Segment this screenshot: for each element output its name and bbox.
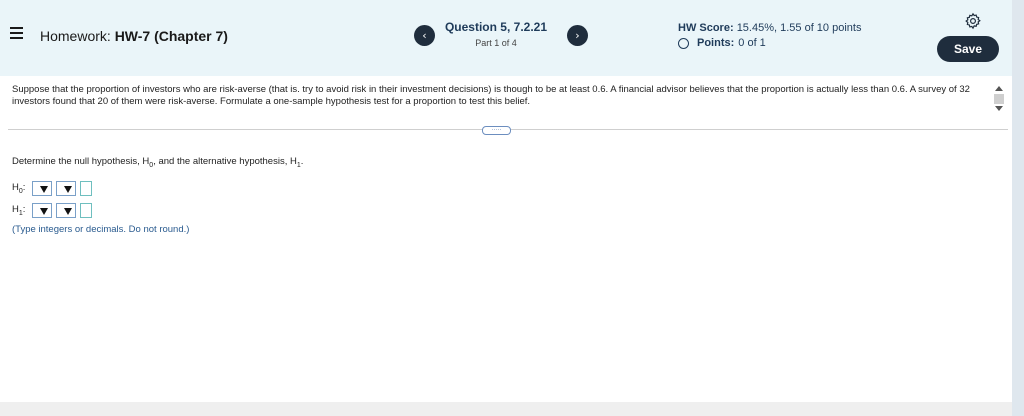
hw-score-value: 15.45%, 1.55 of 10 points [736,22,862,34]
next-question-button[interactable]: › [567,25,588,46]
homework-prefix: Homework: [40,28,111,44]
scroll-down-arrow-icon[interactable] [995,106,1003,111]
null-hypothesis-row: H0: [12,181,92,196]
h1-operator-dropdown[interactable] [56,203,76,218]
footer-bar [0,402,1012,416]
hw-score: HW Score: 15.45%, 1.55 of 10 points [678,22,861,34]
answer-format-hint: (Type integers or decimals. Do not round… [12,224,190,235]
h1-letter: H [12,204,19,216]
question-instruction: Determine the null hypothesis, H0, and t… [12,156,303,169]
expand-toggle-button[interactable]: ····· [482,126,511,135]
question-title: Question 5, 7.2.21 [444,20,548,34]
instruction-text-b: , and the alternative hypothesis, H [153,156,297,167]
points-label: Points: [697,37,735,49]
h0-operator-dropdown[interactable] [56,181,76,196]
null-hypothesis-label: H0: [12,182,32,195]
h0-letter: H [12,182,19,194]
dropdown-arrow-icon [64,186,72,193]
alternative-hypothesis-row: H1: [12,203,92,218]
window-scrollbar[interactable] [1012,0,1024,416]
save-button[interactable]: Save [937,36,999,62]
scrollbar-thumb[interactable] [994,94,1004,104]
top-header: Homework: HW-7 (Chapter 7) ‹ Question 5,… [0,0,1012,76]
h1-parameter-dropdown[interactable] [32,203,52,218]
points-value: 0 of 1 [738,37,766,49]
h1-colon: : [22,204,26,216]
scroll-up-arrow-icon[interactable] [995,86,1003,91]
dropdown-arrow-icon [64,208,72,215]
hw-score-label: HW Score: [678,22,734,34]
status-circle-icon [678,37,689,49]
h1-value-input[interactable] [80,203,92,218]
homework-name: HW-7 (Chapter 7) [114,28,228,44]
h0-colon: : [22,182,26,194]
gear-icon[interactable] [964,12,982,30]
h0-parameter-dropdown[interactable] [32,181,52,196]
problem-statement: Suppose that the proportion of investors… [12,84,970,107]
dropdown-arrow-icon [40,186,48,193]
h0-value-input[interactable] [80,181,92,196]
instruction-text-a: Determine the null hypothesis, H [12,156,150,167]
points-status: Points: 0 of 1 [678,37,766,49]
homework-title: Homework: HW-7 (Chapter 7) [40,28,228,44]
question-part: Part 1 of 4 [475,38,517,48]
instruction-text-c: . [300,156,304,167]
hamburger-icon[interactable] [10,27,23,41]
dropdown-arrow-icon [40,208,48,215]
alternative-hypothesis-label: H1: [12,204,32,217]
